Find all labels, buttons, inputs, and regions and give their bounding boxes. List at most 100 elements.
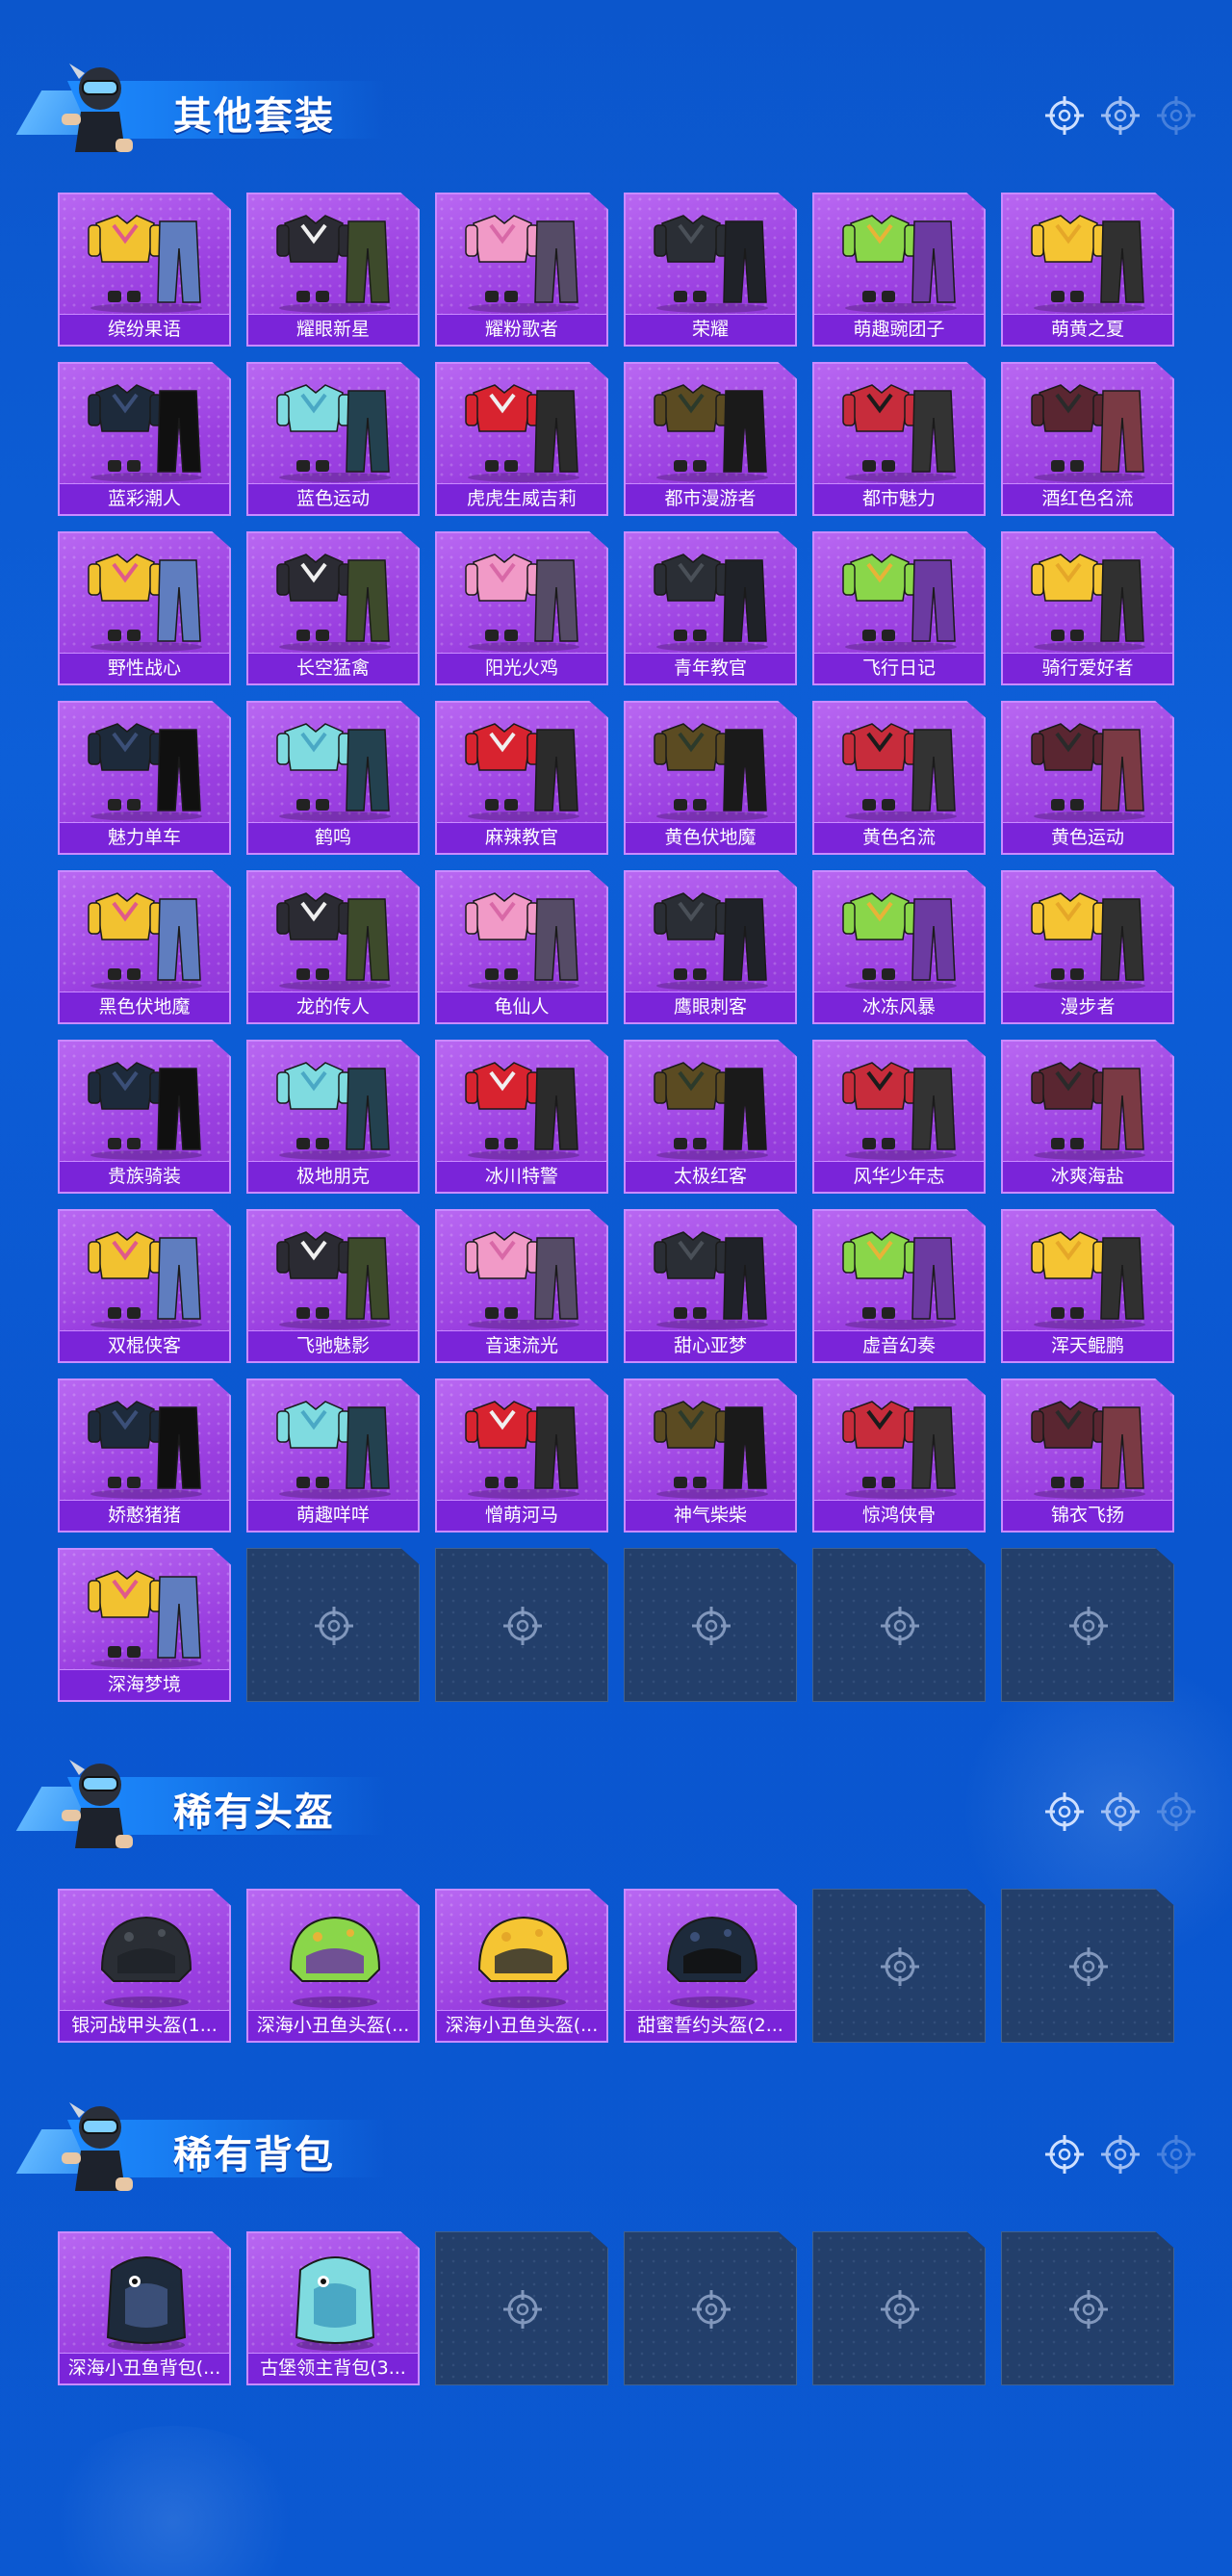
outfit-icon bbox=[654, 1062, 768, 1160]
crosshair-icon bbox=[1069, 2290, 1108, 2329]
item-card[interactable]: 深海小丑鱼头盔(... bbox=[435, 1889, 608, 2043]
item-card[interactable]: 耀眼新星 bbox=[246, 193, 420, 347]
item-card[interactable]: 极地朋克 bbox=[246, 1040, 420, 1194]
outfit-icon bbox=[842, 554, 957, 652]
item-label: 深海梦境 bbox=[60, 1669, 229, 1700]
outfit-icon bbox=[276, 1062, 391, 1160]
item-card[interactable]: 鹤鸣 bbox=[246, 701, 420, 855]
item-card[interactable]: 冰冻风暴 bbox=[812, 870, 986, 1024]
item-card[interactable]: 缤纷果语 bbox=[58, 193, 231, 347]
item-card[interactable]: 青年教官 bbox=[624, 531, 797, 685]
item-card[interactable]: 惊鸿侠骨 bbox=[812, 1378, 986, 1533]
item-card[interactable]: 冰爽海盐 bbox=[1001, 1040, 1174, 1194]
outfit-icon bbox=[654, 384, 768, 482]
outfit-icon bbox=[1031, 1401, 1145, 1499]
item-card[interactable]: 野性战心 bbox=[58, 531, 231, 685]
item-card[interactable]: 太极红客 bbox=[624, 1040, 797, 1194]
item-card[interactable]: 憎萌河马 bbox=[435, 1378, 608, 1533]
item-card[interactable]: 黄色名流 bbox=[812, 701, 986, 855]
item-label: 长空猛禽 bbox=[248, 653, 418, 683]
item-card[interactable]: 神气柴柴 bbox=[624, 1378, 797, 1533]
item-card[interactable]: 鹰眼刺客 bbox=[624, 870, 797, 1024]
item-card[interactable]: 蓝色运动 bbox=[246, 362, 420, 516]
item-label: 阳光火鸡 bbox=[437, 653, 606, 683]
empty-slot bbox=[435, 1548, 608, 1702]
outfit-icon bbox=[276, 892, 391, 991]
item-label: 耀粉歌者 bbox=[437, 314, 606, 345]
item-card[interactable]: 酒红色名流 bbox=[1001, 362, 1174, 516]
item-card[interactable]: 深海梦境 bbox=[58, 1548, 231, 1702]
item-card[interactable]: 黑色伏地魔 bbox=[58, 870, 231, 1024]
item-card[interactable]: 龟仙人 bbox=[435, 870, 608, 1024]
item-label: 甜心亚梦 bbox=[626, 1330, 795, 1361]
outfit-icon bbox=[654, 215, 768, 313]
item-label: 冰冻风暴 bbox=[814, 992, 984, 1022]
item-grid: 深海小丑鱼背包(... 古堡领主背包(3... bbox=[58, 2231, 1174, 2385]
item-card[interactable]: 飞行日记 bbox=[812, 531, 986, 685]
item-card[interactable]: 飞驰魅影 bbox=[246, 1209, 420, 1363]
item-card[interactable]: 黄色运动 bbox=[1001, 701, 1174, 855]
outfit-icon bbox=[88, 215, 202, 313]
item-card[interactable]: 阳光火鸡 bbox=[435, 531, 608, 685]
item-card[interactable]: 音速流光 bbox=[435, 1209, 608, 1363]
item-card[interactable]: 甜蜜誓约头盔(2... bbox=[624, 1889, 797, 2043]
outfit-icon bbox=[842, 1231, 957, 1329]
item-label: 都市漫游者 bbox=[626, 483, 795, 514]
item-label: 麻辣教官 bbox=[437, 822, 606, 853]
outfit-icon bbox=[1031, 215, 1145, 313]
item-card[interactable]: 贵族骑装 bbox=[58, 1040, 231, 1194]
item-label: 耀眼新星 bbox=[248, 314, 418, 345]
item-card[interactable]: 长空猛禽 bbox=[246, 531, 420, 685]
section-header: 稀有背包 bbox=[15, 2095, 414, 2210]
outfit-icon bbox=[276, 723, 391, 821]
item-label: 风华少年志 bbox=[814, 1161, 984, 1192]
item-card[interactable]: 萌趣豌团子 bbox=[812, 193, 986, 347]
item-card[interactable]: 荣耀 bbox=[624, 193, 797, 347]
item-card[interactable]: 风华少年志 bbox=[812, 1040, 986, 1194]
outfit-icon bbox=[1031, 723, 1145, 821]
background-deco bbox=[38, 2426, 308, 2576]
item-card[interactable]: 双棍侠客 bbox=[58, 1209, 231, 1363]
item-label: 萌黄之夏 bbox=[1003, 314, 1172, 345]
crosshair-icon bbox=[881, 1607, 919, 1645]
soldier-mascot-icon bbox=[62, 1760, 133, 1848]
item-label: 太极红客 bbox=[626, 1161, 795, 1192]
item-card[interactable]: 锦衣飞扬 bbox=[1001, 1378, 1174, 1533]
item-card[interactable]: 黄色伏地魔 bbox=[624, 701, 797, 855]
item-card[interactable]: 虚音幻奏 bbox=[812, 1209, 986, 1363]
item-card[interactable]: 魅力单车 bbox=[58, 701, 231, 855]
item-card[interactable]: 深海小丑鱼背包(... bbox=[58, 2231, 231, 2385]
header-crosshair-group bbox=[1043, 94, 1197, 137]
item-card[interactable]: 漫步者 bbox=[1001, 870, 1174, 1024]
item-card[interactable]: 冰川特警 bbox=[435, 1040, 608, 1194]
item-card[interactable]: 深海小丑鱼头盔(... bbox=[246, 1889, 420, 2043]
item-card[interactable]: 耀粉歌者 bbox=[435, 193, 608, 347]
item-label: 深海小丑鱼头盔(... bbox=[437, 2010, 606, 2041]
item-label: 龙的传人 bbox=[248, 992, 418, 1022]
outfit-icon bbox=[276, 1401, 391, 1499]
item-card[interactable]: 都市漫游者 bbox=[624, 362, 797, 516]
item-label: 漫步者 bbox=[1003, 992, 1172, 1022]
item-card[interactable]: 萌黄之夏 bbox=[1001, 193, 1174, 347]
item-card[interactable]: 银河战甲头盔(1... bbox=[58, 1889, 231, 2043]
item-card[interactable]: 甜心亚梦 bbox=[624, 1209, 797, 1363]
item-card[interactable]: 浑天鲲鹏 bbox=[1001, 1209, 1174, 1363]
item-card[interactable]: 都市魅力 bbox=[812, 362, 986, 516]
item-card[interactable]: 龙的传人 bbox=[246, 870, 420, 1024]
outfit-icon bbox=[465, 384, 579, 482]
item-card[interactable]: 蓝彩潮人 bbox=[58, 362, 231, 516]
item-label: 虚音幻奏 bbox=[814, 1330, 984, 1361]
outfit-icon bbox=[465, 1062, 579, 1160]
item-label: 深海小丑鱼背包(... bbox=[60, 2353, 229, 2383]
item-card[interactable]: 萌趣咩咩 bbox=[246, 1378, 420, 1533]
section-title: 稀有头盔 bbox=[173, 1790, 335, 1835]
soldier-mascot-icon bbox=[62, 2102, 133, 2191]
item-card[interactable]: 古堡领主背包(3... bbox=[246, 2231, 420, 2385]
item-label: 龟仙人 bbox=[437, 992, 606, 1022]
item-label: 浑天鲲鹏 bbox=[1003, 1330, 1172, 1361]
item-card[interactable]: 娇憨猪猪 bbox=[58, 1378, 231, 1533]
item-card[interactable]: 骑行爱好者 bbox=[1001, 531, 1174, 685]
outfit-icon bbox=[842, 215, 957, 313]
item-card[interactable]: 虎虎生威吉莉 bbox=[435, 362, 608, 516]
item-card[interactable]: 麻辣教官 bbox=[435, 701, 608, 855]
